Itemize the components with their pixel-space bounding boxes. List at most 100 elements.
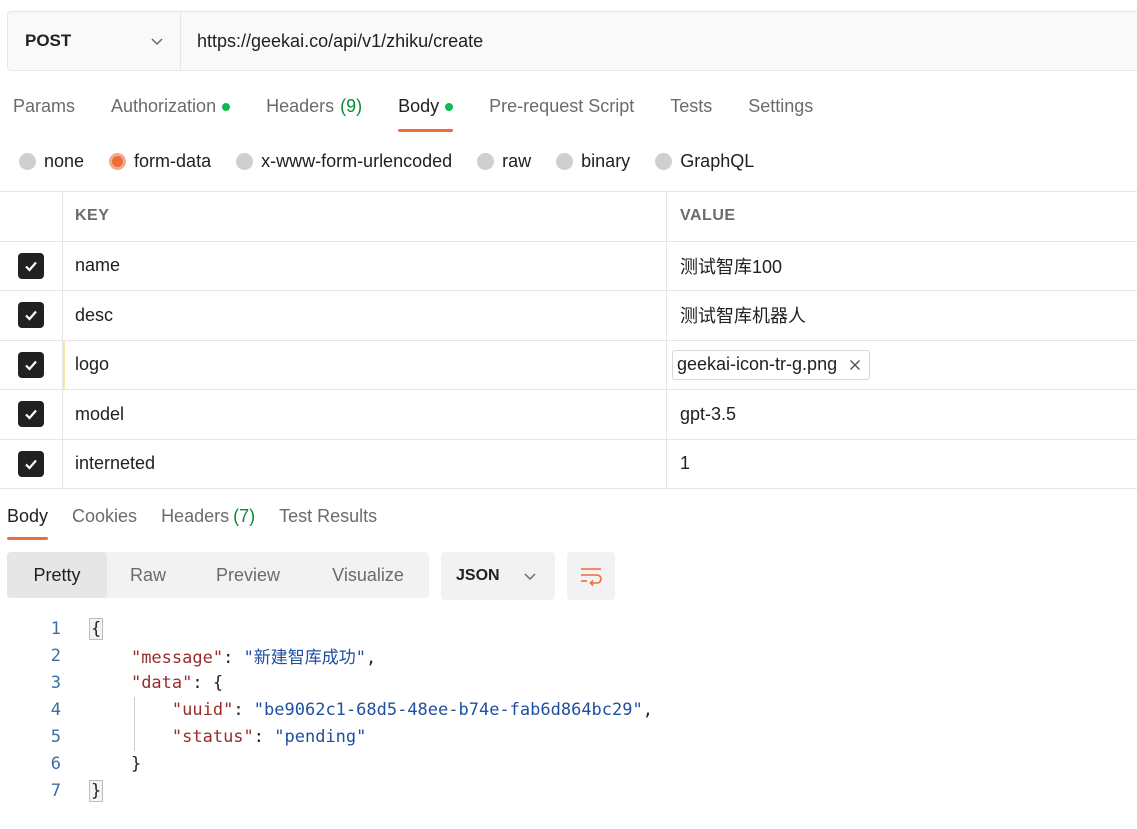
tab-settings[interactable]: Settings	[748, 86, 813, 132]
view-visualize-button[interactable]: Visualize	[307, 552, 429, 598]
status-dot-icon	[445, 103, 454, 111]
checkbox-checked-icon[interactable]	[18, 401, 44, 428]
key-cell[interactable]: interneted	[63, 439, 667, 488]
response-tabs: Body Cookies Headers (7) Test Results	[7, 496, 401, 540]
code-line: 5 "status": "pending"	[0, 723, 1137, 750]
value-cell[interactable]: 1	[667, 440, 1137, 489]
line-number: 3	[50, 672, 61, 693]
tab-tests[interactable]: Tests	[670, 86, 712, 132]
line-number: 7	[50, 780, 61, 801]
value-cell[interactable]: 测试智库100	[667, 242, 1137, 291]
value-cell[interactable]: 测试智库机器人	[667, 291, 1137, 340]
checkbox-checked-icon[interactable]	[18, 351, 44, 378]
method-select[interactable]: POST	[8, 12, 181, 70]
format-select[interactable]: JSON	[441, 552, 555, 600]
url-text: https://geekai.co/api/v1/zhiku/create	[197, 30, 484, 51]
tab-pre-request-script[interactable]: Pre-request Script	[489, 86, 634, 132]
key-cell[interactable]: model	[63, 390, 667, 439]
table-row: desc 测试智库机器人	[0, 291, 1137, 341]
tab-headers[interactable]: Headers (9)	[266, 86, 362, 132]
radio-icon[interactable]	[19, 152, 36, 170]
line-number: 6	[50, 753, 61, 774]
json-key: "message"	[130, 648, 224, 668]
file-chip[interactable]: geekai-icon-tr-g.png	[672, 349, 871, 380]
url-input[interactable]: https://geekai.co/api/v1/zhiku/create	[181, 12, 1137, 70]
radio-label: none	[44, 150, 85, 171]
line-number: 1	[50, 618, 61, 639]
line-number: 5	[50, 726, 61, 747]
bracket-open: {	[88, 617, 104, 640]
form-data-table: KEY VALUE name 测试智库100 desc 测试智库机器人 logo…	[0, 191, 1137, 489]
table-row: model gpt-3.5	[0, 390, 1137, 440]
value-cell: geekai-icon-tr-g.png	[667, 341, 1137, 390]
tab-authorization[interactable]: Authorization	[111, 86, 231, 132]
tab-response-headers[interactable]: Headers (7)	[161, 496, 255, 540]
tab-label: Headers	[266, 96, 335, 116]
body-type-binary[interactable]: binary	[556, 148, 630, 174]
tab-params[interactable]: Params	[13, 86, 75, 132]
checkbox-checked-icon[interactable]	[18, 252, 44, 279]
key-cell[interactable]: desc	[63, 291, 667, 340]
tab-label: Cookies	[72, 506, 138, 526]
radio-icon[interactable]	[236, 152, 254, 170]
headers-count: (7)	[233, 506, 256, 526]
body-type-none[interactable]: none	[19, 148, 84, 174]
wrap-lines-icon	[581, 568, 602, 587]
bracket-close: }	[130, 753, 142, 774]
close-icon[interactable]	[849, 359, 861, 371]
tab-cookies[interactable]: Cookies	[72, 496, 137, 540]
body-type-selector: none form-data x-www-form-urlencoded raw…	[19, 148, 779, 174]
line-number: 2	[50, 645, 61, 666]
view-raw-button[interactable]: Raw	[107, 552, 189, 598]
view-pretty-button[interactable]: Pretty	[7, 552, 107, 598]
json-string: "pending"	[274, 726, 367, 747]
code-line: 4 "uuid": "be9062c1-68d5-48ee-b74e-fab6d…	[0, 696, 1137, 723]
tab-body[interactable]: Body	[398, 86, 454, 132]
table-row: logo geekai-icon-tr-g.png	[0, 340, 1137, 390]
tab-label: Tests	[670, 96, 713, 116]
body-type-urlencoded[interactable]: x-www-form-urlencoded	[236, 148, 452, 174]
table-row: interneted 1	[0, 439, 1137, 489]
radio-label: x-www-form-urlencoded	[261, 150, 453, 171]
radio-icon[interactable]	[556, 152, 574, 170]
json-key: "data"	[130, 672, 193, 693]
body-type-graphql[interactable]: GraphQL	[655, 148, 754, 174]
checkbox-checked-icon[interactable]	[18, 450, 44, 477]
chevron-down-icon	[151, 38, 163, 46]
view-preview-button[interactable]: Preview	[189, 552, 307, 598]
view-mode-segmented: Pretty Raw Preview Visualize	[7, 552, 429, 598]
tab-test-results[interactable]: Test Results	[279, 496, 377, 540]
code-line: 2 "message": "新建智库成功",	[0, 642, 1137, 669]
tab-label: Params	[13, 96, 76, 116]
wrap-lines-button[interactable]	[567, 552, 615, 600]
checkbox-checked-icon[interactable]	[18, 302, 44, 329]
body-type-raw[interactable]: raw	[477, 148, 531, 174]
json-string: "be9062c1-68d5-48ee-b74e-fab6d864bc29"	[253, 699, 643, 720]
table-row: name 测试智库100	[0, 241, 1137, 291]
response-body-code[interactable]: 1 { 2 "message": "新建智库成功", 3 "data": { 4…	[0, 615, 1137, 804]
table-header-row: KEY VALUE	[0, 192, 1137, 242]
key-cell[interactable]: logo	[63, 340, 667, 389]
tab-label: Headers	[161, 506, 230, 526]
radio-label: form-data	[134, 150, 212, 171]
tab-label: Test Results	[279, 506, 378, 526]
radio-icon[interactable]	[655, 152, 673, 170]
radio-label: GraphQL	[680, 150, 755, 171]
radio-selected-icon[interactable]	[109, 152, 127, 170]
body-type-form-data[interactable]: form-data	[109, 148, 211, 174]
chevron-down-icon	[524, 573, 536, 581]
radio-icon[interactable]	[477, 152, 495, 170]
tab-label: Settings	[748, 96, 814, 116]
column-header-key: KEY	[63, 192, 667, 241]
request-tabs: Params Authorization Headers (9) Body Pre…	[13, 86, 849, 132]
code-line: 6 }	[0, 750, 1137, 777]
tab-label: Pre-request Script	[489, 96, 635, 116]
headers-count: (9)	[340, 96, 363, 116]
tab-response-body[interactable]: Body	[7, 496, 49, 540]
column-header-value: VALUE	[680, 207, 736, 225]
value-cell[interactable]: gpt-3.5	[667, 390, 1137, 439]
file-name: geekai-icon-tr-g.png	[677, 354, 838, 375]
code-line: 1 {	[0, 615, 1137, 642]
key-cell[interactable]: name	[63, 241, 667, 290]
json-key: "uuid"	[171, 699, 234, 720]
